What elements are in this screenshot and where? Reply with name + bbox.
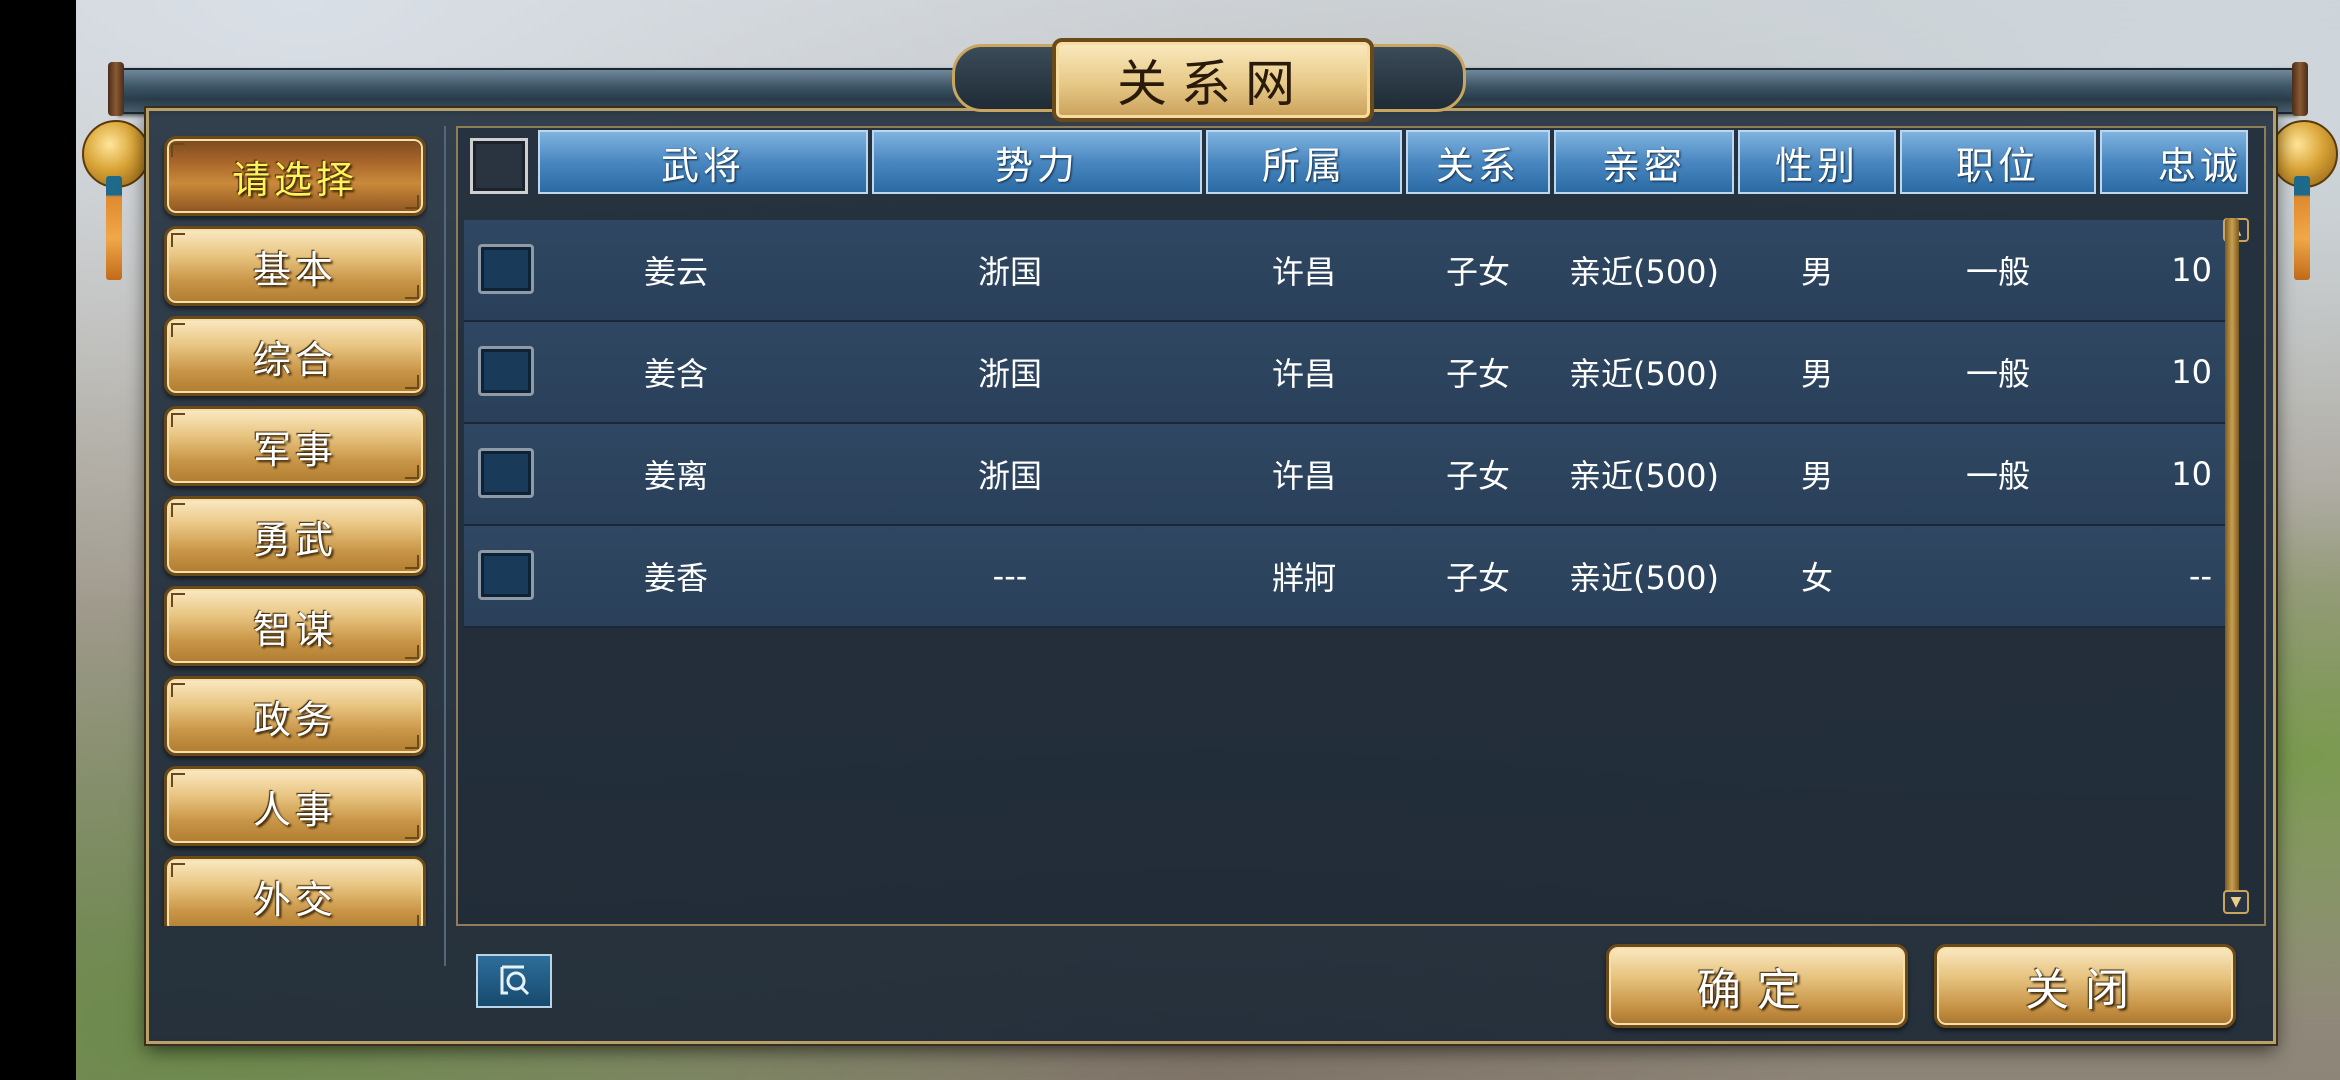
select-all-checkbox[interactable]	[470, 138, 528, 194]
cell-intimacy: 亲近(500)	[1568, 457, 1720, 495]
sidebar-divider	[444, 126, 446, 966]
cell-intimacy: 亲近(500)	[1568, 355, 1720, 393]
cell-gender: 男	[1800, 355, 1833, 393]
column-header-officer[interactable]: 武将	[538, 130, 868, 194]
cell-gender: 男	[1800, 457, 1833, 495]
cell-officer: 姜云	[643, 253, 708, 291]
cell-post: 一般	[1965, 253, 2030, 291]
cell-relation: 子女	[1445, 559, 1510, 597]
sidebar-item-military[interactable]: 军事	[164, 406, 426, 486]
table-row[interactable]: 姜离 浙国 许昌 子女 亲近(500) 男 一般 10	[464, 424, 2226, 526]
cell-city: 许昌	[1271, 355, 1336, 393]
cell-gender: 女	[1800, 559, 1833, 597]
column-header-post[interactable]: 职位	[1900, 130, 2096, 194]
cell-loyalty: 10	[2171, 455, 2212, 493]
cell-loyalty: 10	[2171, 353, 2212, 391]
cell-post: 一般	[1965, 355, 2030, 393]
arrow-down-icon[interactable]: ▼	[2223, 890, 2249, 914]
cell-relation: 子女	[1445, 253, 1510, 291]
category-sidebar: 请选择 基本 综合 军事 勇武 智谋 政务 人事 外交	[160, 130, 428, 926]
cell-city: 许昌	[1271, 253, 1336, 291]
cell-loyalty: --	[2188, 557, 2212, 595]
row-checkbox[interactable]	[478, 346, 534, 396]
table-row[interactable]: 姜云 浙国 许昌 子女 亲近(500) 男 一般 10	[464, 220, 2226, 322]
column-header-relation[interactable]: 关系	[1406, 130, 1550, 194]
search-icon	[500, 965, 530, 996]
row-checkbox[interactable]	[478, 550, 534, 600]
tassel-left	[106, 176, 122, 280]
dialog-title-plaque: 关系网	[952, 38, 1466, 122]
close-button[interactable]: 关闭	[1934, 944, 2236, 1028]
column-header-intimacy[interactable]: 亲密	[1554, 130, 1734, 194]
cell-city: 牂牁	[1271, 559, 1336, 597]
sidebar-item-overall[interactable]: 综合	[164, 316, 426, 396]
dialog-title: 关系网	[1052, 38, 1374, 122]
confirm-button[interactable]: 确定	[1606, 944, 1908, 1028]
cell-faction: 浙国	[977, 457, 1042, 495]
cell-faction: 浙国	[977, 253, 1042, 291]
column-header-loyalty[interactable]: 忠诚	[2100, 130, 2248, 194]
row-checkbox[interactable]	[478, 244, 534, 294]
search-button[interactable]	[476, 954, 552, 1008]
cell-post	[1900, 526, 2096, 626]
sidebar-item-personnel[interactable]: 人事	[164, 766, 426, 846]
cell-relation: 子女	[1445, 355, 1510, 393]
screen-edge	[0, 0, 76, 1080]
table-row[interactable]: 姜含 浙国 许昌 子女 亲近(500) 男 一般 10	[464, 322, 2226, 424]
cell-loyalty: 10	[2171, 251, 2212, 289]
cell-relation: 子女	[1445, 457, 1510, 495]
table-scrollbar[interactable]	[2225, 218, 2239, 908]
cell-faction: 浙国	[977, 355, 1042, 393]
sidebar-item-valor[interactable]: 勇武	[164, 496, 426, 576]
cell-intimacy: 亲近(500)	[1568, 559, 1720, 597]
tassel-right	[2294, 176, 2310, 280]
cell-officer: 姜含	[643, 355, 708, 393]
rod-cap-left	[108, 62, 124, 116]
column-header-city[interactable]: 所属	[1206, 130, 1402, 194]
table-row[interactable]: 姜香 --- 牂牁 子女 亲近(500) 女 --	[464, 526, 2226, 628]
cell-faction: ---	[992, 557, 1028, 595]
cell-officer: 姜香	[643, 559, 708, 597]
sidebar-item-diplomacy[interactable]: 外交	[164, 856, 426, 926]
rod-cap-right	[2292, 62, 2308, 116]
sidebar-item-strategy[interactable]: 智谋	[164, 586, 426, 666]
row-checkbox[interactable]	[478, 448, 534, 498]
cell-gender: 男	[1800, 253, 1833, 291]
cell-officer: 姜离	[643, 457, 708, 495]
cell-post: 一般	[1965, 457, 2030, 495]
sidebar-item-select[interactable]: 请选择	[164, 136, 426, 216]
sidebar-item-basic[interactable]: 基本	[164, 226, 426, 306]
sidebar-item-politics[interactable]: 政务	[164, 676, 426, 756]
cell-city: 许昌	[1271, 457, 1336, 495]
column-header-gender[interactable]: 性别	[1738, 130, 1896, 194]
cell-intimacy: 亲近(500)	[1568, 253, 1720, 291]
column-header-faction[interactable]: 势力	[872, 130, 1202, 194]
